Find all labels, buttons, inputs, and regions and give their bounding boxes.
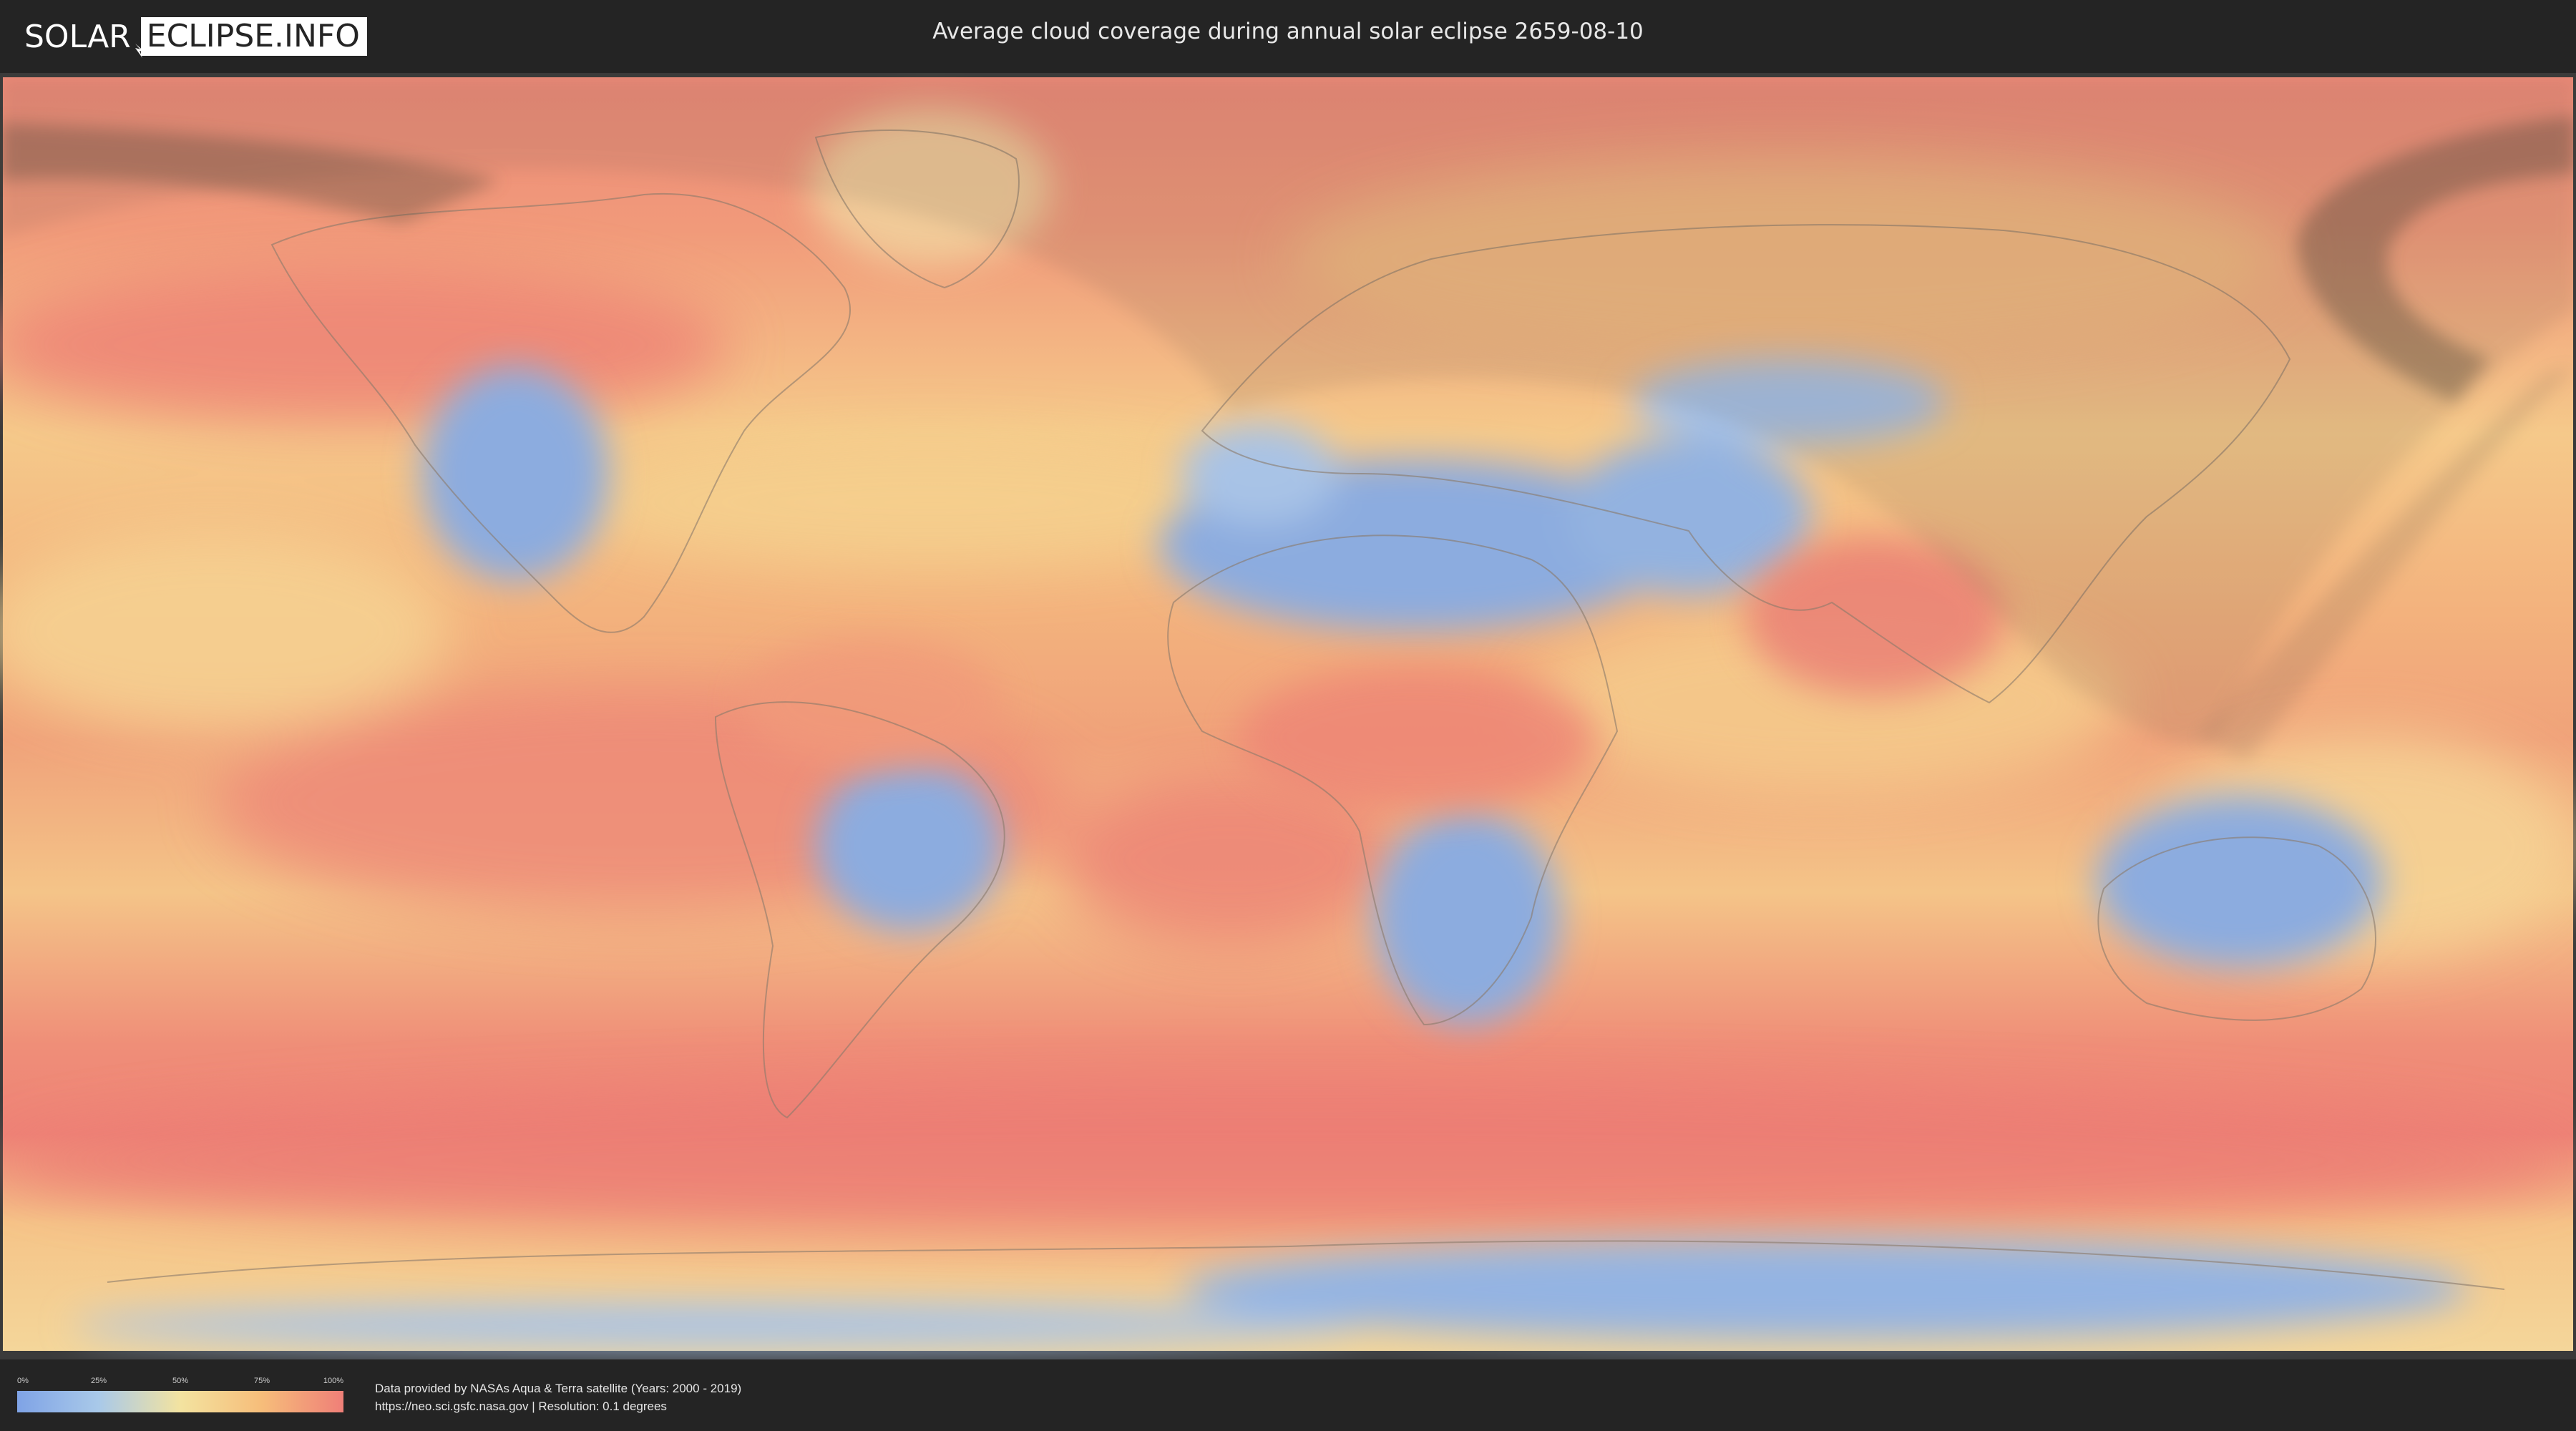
- legend-tick-100: 100%: [323, 1377, 344, 1385]
- credits-line-2: https://neo.sci.gsfc.nasa.gov | Resoluti…: [375, 1400, 667, 1413]
- legend-tick-25: 25%: [90, 1377, 107, 1385]
- legend-tick-0: 0%: [17, 1377, 29, 1385]
- legend-tick-50: 50%: [172, 1377, 189, 1385]
- legend-color-bar: [17, 1391, 343, 1412]
- data-credits: Data provided by NASAs Aqua & Terra sate…: [375, 1379, 741, 1415]
- cloud-coverage-map[interactable]: [0, 73, 2576, 1359]
- credits-line-1: Data provided by NASAs Aqua & Terra sate…: [375, 1382, 742, 1395]
- legend-tick-75: 75%: [253, 1377, 270, 1385]
- header-bar: SOLAR ECLIPSE.INFO Average cloud coverag…: [0, 0, 2576, 73]
- cloud-coverage-legend: 0% 25% 50% 75% 100%: [17, 1377, 343, 1417]
- world-map-svg: [0, 77, 2576, 1351]
- legend-ticks: 0% 25% 50% 75% 100%: [17, 1377, 343, 1387]
- footer-bar: 0% 25% 50% 75% 100% Data provided by NAS…: [0, 1359, 2576, 1431]
- page-title: Average cloud coverage during annual sol…: [932, 19, 1644, 44]
